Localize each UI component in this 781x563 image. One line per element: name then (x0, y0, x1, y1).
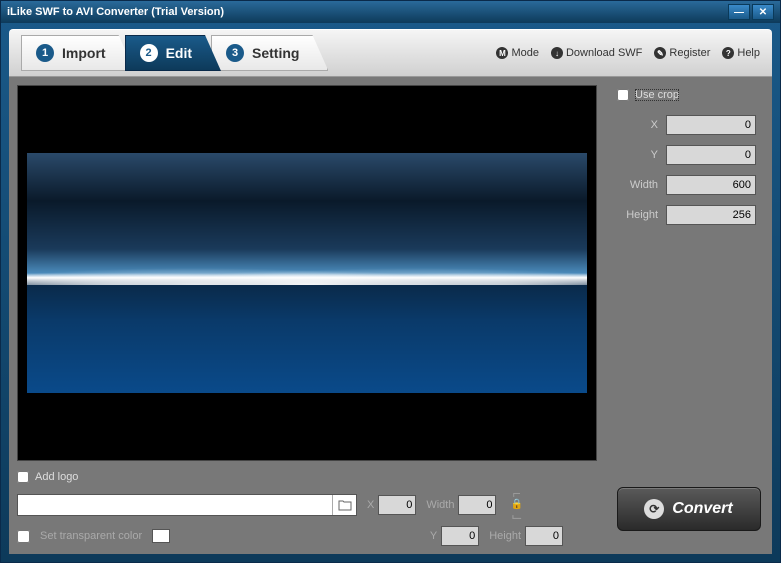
crop-width-input[interactable] (666, 175, 756, 195)
logo-panel: Add logo X Width (17, 471, 597, 546)
crop-x-row: X (617, 115, 756, 135)
logo-height-label: Height (489, 530, 521, 542)
bracket-top-icon: ⌐ (513, 489, 521, 497)
crop-height-label: Height (618, 209, 658, 221)
tab-edit-num: 2 (140, 44, 158, 62)
crop-x-label: X (618, 119, 658, 131)
tab-setting[interactable]: 3 Setting (211, 35, 328, 71)
folder-icon (338, 499, 352, 511)
transparent-row: Set transparent color Y Height (17, 526, 597, 546)
logo-x-input[interactable] (378, 495, 416, 515)
tab-group: 1 Import 2 Edit 3 Setting (21, 35, 328, 71)
mode-icon: M (496, 47, 508, 59)
mode-link[interactable]: M Mode (496, 47, 539, 59)
window-title: iLike SWF to AVI Converter (Trial Versio… (7, 6, 726, 18)
preview-image-content (27, 255, 587, 285)
logo-y-input[interactable] (441, 526, 479, 546)
logo-width-input[interactable] (458, 495, 496, 515)
logo-x-field: X (367, 495, 416, 515)
crop-x-input[interactable] (666, 115, 756, 135)
close-button[interactable]: ✕ (752, 4, 774, 20)
titlebar[interactable]: iLike SWF to AVI Converter (Trial Versio… (1, 1, 780, 23)
convert-icon: ⟳ (644, 499, 664, 519)
crop-height-input[interactable] (666, 205, 756, 225)
content-area: Use crop X Y Width Height (9, 77, 772, 554)
download-icon: ↓ (551, 47, 563, 59)
tab-import[interactable]: 1 Import (21, 35, 135, 71)
application-window: iLike SWF to AVI Converter (Trial Versio… (0, 0, 781, 563)
aspect-lock[interactable]: ⌐ 🔒 ⌙ (510, 489, 522, 520)
add-logo-label: Add logo (35, 471, 78, 483)
browse-logo-button[interactable] (332, 495, 356, 515)
add-logo-checkbox[interactable] (17, 471, 29, 483)
download-swf-link[interactable]: ↓ Download SWF (551, 47, 642, 59)
preview-image (27, 153, 587, 393)
crop-height-row: Height (617, 205, 756, 225)
toolbar-links: M Mode ↓ Download SWF ✎ Register ? Help (496, 47, 760, 59)
crop-width-row: Width (617, 175, 756, 195)
preview-pane (17, 85, 597, 461)
register-icon: ✎ (654, 47, 666, 59)
tab-edit[interactable]: 2 Edit (125, 35, 221, 71)
crop-y-label: Y (618, 149, 658, 161)
download-label: Download SWF (566, 47, 642, 59)
logo-path-row: X Width ⌐ 🔒 ⌙ (17, 489, 597, 520)
transparent-color-swatch[interactable] (152, 529, 170, 543)
use-crop-row: Use crop (617, 89, 756, 101)
convert-button[interactable]: ⟳ Convert (617, 487, 761, 531)
register-link[interactable]: ✎ Register (654, 47, 710, 59)
tab-setting-num: 3 (226, 44, 244, 62)
toolbar: 1 Import 2 Edit 3 Setting M Mode ↓ Downl… (9, 29, 772, 77)
transparent-label: Set transparent color (40, 530, 142, 542)
register-label: Register (669, 47, 710, 59)
bottom-panel: Add logo X Width (17, 471, 764, 546)
crop-width-label: Width (618, 179, 658, 191)
help-link[interactable]: ? Help (722, 47, 760, 59)
minimize-icon: — (734, 7, 744, 18)
tab-import-label: Import (62, 45, 106, 61)
tab-edit-label: Edit (166, 45, 192, 61)
tab-import-num: 1 (36, 44, 54, 62)
bracket-bottom-icon: ⌙ (511, 512, 523, 520)
mode-label: Mode (511, 47, 539, 59)
help-label: Help (737, 47, 760, 59)
logo-y-label: Y (430, 530, 437, 542)
minimize-button[interactable]: — (728, 4, 750, 20)
transparent-checkbox[interactable] (17, 530, 30, 543)
help-icon: ? (722, 47, 734, 59)
logo-height-input[interactable] (525, 526, 563, 546)
logo-width-label: Width (426, 499, 454, 511)
crop-panel: Use crop X Y Width Height (609, 85, 764, 463)
logo-width-field: Width (426, 495, 496, 515)
logo-path-field[interactable] (17, 494, 357, 516)
logo-height-field: Height (489, 526, 563, 546)
add-logo-row: Add logo (17, 471, 597, 483)
close-icon: ✕ (759, 7, 767, 18)
crop-y-input[interactable] (666, 145, 756, 165)
logo-x-label: X (367, 499, 374, 511)
tab-setting-label: Setting (252, 45, 299, 61)
use-crop-checkbox[interactable] (617, 89, 629, 101)
logo-y-field: Y (430, 526, 479, 546)
convert-label: Convert (672, 500, 732, 518)
convert-panel: ⟳ Convert (613, 471, 764, 546)
crop-y-row: Y (617, 145, 756, 165)
use-crop-label: Use crop (635, 89, 679, 101)
edit-main: Use crop X Y Width Height (17, 85, 764, 463)
